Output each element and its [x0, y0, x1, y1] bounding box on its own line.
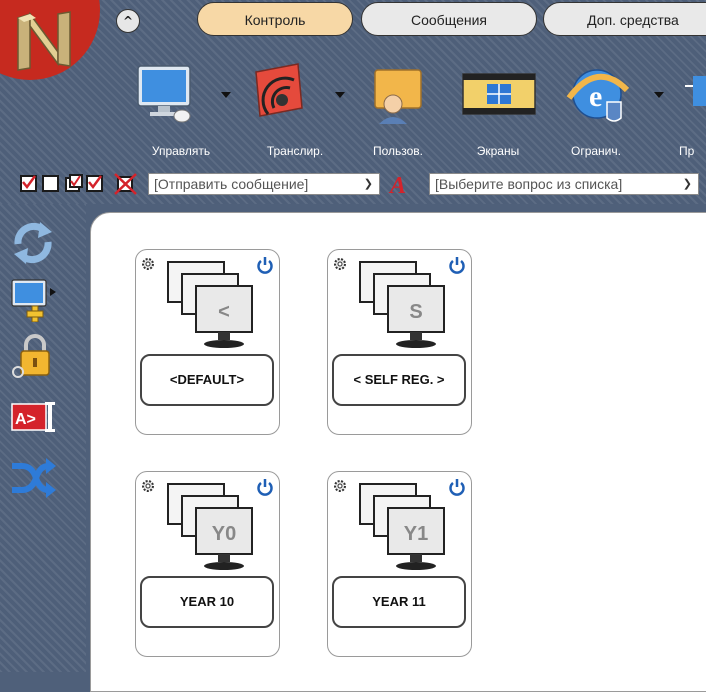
- manage-button[interactable]: Управлять: [136, 62, 246, 162]
- restrict-label: Огранич.: [571, 144, 621, 158]
- groups-view: < <DEFAULT> S < SELF REG. > Y0 YEAR 10 Y…: [90, 212, 706, 692]
- computer-group-icon: Y1: [359, 483, 445, 570]
- partial-toolbar-icon: [685, 76, 706, 106]
- group-glyph: Y0: [212, 523, 236, 545]
- computer-group-icon: S: [359, 261, 445, 348]
- check-selected-checkbox[interactable]: [20, 175, 37, 192]
- monitor-mouse-icon: [137, 65, 191, 123]
- group-name: YEAR 11: [332, 576, 466, 628]
- gear-icon[interactable]: [140, 256, 156, 272]
- checkmark-icon: [22, 175, 36, 190]
- user-folder-icon: [374, 69, 422, 124]
- check-multiple-icon[interactable]: [64, 174, 84, 194]
- check-all-checkbox[interactable]: [86, 175, 103, 192]
- broadcast-button[interactable]: Транслир.: [250, 62, 360, 162]
- group-glyph: S: [409, 301, 422, 323]
- netsupport-logo-icon: [17, 11, 71, 71]
- question-list-placeholder: [Выберите вопрос из списка]: [435, 176, 623, 192]
- tab-control[interactable]: Контроль: [197, 2, 353, 36]
- broadcast-icon: [255, 63, 303, 117]
- next-toolbar-button[interactable]: Пр: [679, 62, 706, 162]
- group-glyph: <: [218, 301, 230, 323]
- checkmark-icon: [88, 175, 102, 190]
- chevron-down-icon[interactable]: ❯: [683, 174, 692, 194]
- group-card-self-reg[interactable]: S < SELF REG. >: [327, 249, 472, 435]
- group-card-year-10[interactable]: Y0 YEAR 10: [135, 471, 280, 657]
- svg-text:e: e: [589, 80, 602, 113]
- clear-check-icon[interactable]: [114, 173, 138, 195]
- gear-icon[interactable]: [332, 478, 348, 494]
- svg-text:A>: A>: [15, 411, 36, 428]
- svg-text:A: A: [388, 173, 406, 197]
- refresh-icon[interactable]: [8, 220, 58, 266]
- send-message-combo[interactable]: [Отправить сообщение] ❯: [148, 173, 380, 195]
- group-glyph: Y1: [404, 523, 428, 545]
- group-name: YEAR 10: [140, 576, 274, 628]
- computer-group-icon: Y0: [167, 483, 253, 570]
- question-list-combo[interactable]: [Выберите вопрос из списка] ❯: [429, 173, 699, 195]
- group-card-year-11[interactable]: Y1 YEAR 11: [327, 471, 472, 657]
- manage-label: Управлять: [151, 144, 211, 158]
- next-toolbar-label: Пр: [679, 144, 695, 158]
- restrict-dropdown-icon[interactable]: [654, 92, 664, 98]
- restrict-button[interactable]: e Огранич.: [559, 62, 669, 162]
- screens-label: Экраны: [476, 144, 520, 158]
- message-row: [Отправить сообщение] ❯ A [Выберите вопр…: [0, 170, 706, 198]
- tab-tools[interactable]: Доп. средства: [543, 2, 706, 36]
- uncheck-checkbox[interactable]: [42, 175, 59, 192]
- send-message-placeholder: [Отправить сообщение]: [154, 176, 309, 192]
- add-client-icon[interactable]: [8, 276, 58, 322]
- screens-button[interactable]: Экраны: [445, 62, 555, 162]
- film-strip-icon: [462, 73, 536, 115]
- shuffle-icon[interactable]: [8, 454, 58, 500]
- users-label: Пользов.: [372, 144, 424, 158]
- broadcast-label: Транслир.: [266, 144, 324, 158]
- chevron-down-icon[interactable]: ❯: [364, 174, 373, 194]
- tab-messages[interactable]: Сообщения: [361, 2, 537, 36]
- broadcast-dropdown-icon[interactable]: [335, 92, 345, 98]
- group-name: <DEFAULT>: [140, 354, 274, 406]
- gear-icon[interactable]: [140, 478, 156, 494]
- internet-restrict-icon: e: [566, 69, 630, 122]
- manage-dropdown-icon[interactable]: [221, 92, 231, 98]
- left-sidebar: A>: [0, 204, 86, 672]
- main-toolbar: ^ Контроль Сообщения Доп. средства Управ…: [0, 0, 706, 204]
- group-card-default[interactable]: < <DEFAULT>: [135, 249, 280, 435]
- group-name: < SELF REG. >: [332, 354, 466, 406]
- gear-icon[interactable]: [332, 256, 348, 272]
- font-style-icon[interactable]: A: [386, 171, 414, 197]
- computer-group-icon: <: [167, 261, 253, 348]
- collapse-ribbon-button[interactable]: ^: [116, 9, 140, 33]
- lock-icon[interactable]: [8, 332, 58, 378]
- send-text-icon[interactable]: A>: [8, 396, 58, 442]
- app-logo[interactable]: [0, 0, 100, 80]
